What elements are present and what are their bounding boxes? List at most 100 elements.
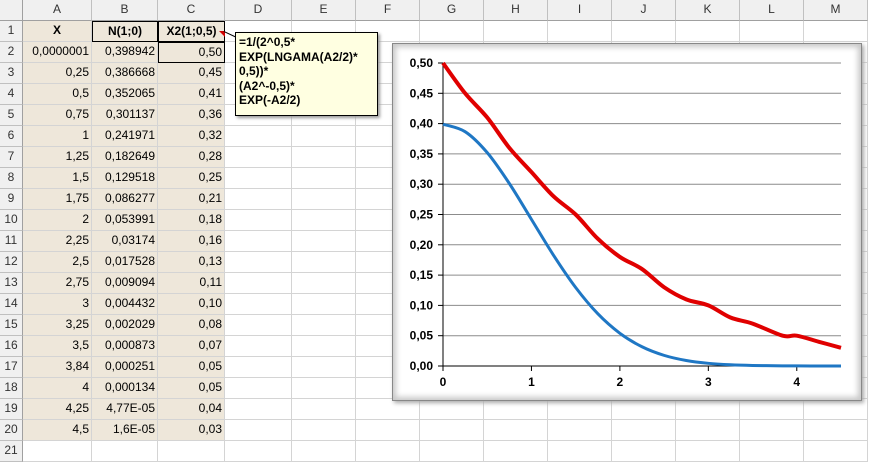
cell-a2[interactable]: 0,0000001: [23, 42, 92, 63]
cell-k20[interactable]: [676, 420, 740, 441]
cell-e10[interactable]: [292, 210, 356, 231]
cell-j1[interactable]: [612, 21, 676, 42]
column-header-b[interactable]: B: [92, 0, 158, 21]
cell-e16[interactable]: [292, 336, 356, 357]
cell-c5[interactable]: 0,36: [158, 105, 225, 126]
cell-h21[interactable]: [484, 441, 548, 462]
row-header-10[interactable]: 10: [0, 210, 23, 231]
cell-g21[interactable]: [420, 441, 484, 462]
cell-b6[interactable]: 0,241971: [92, 126, 158, 147]
column-header-m[interactable]: M: [804, 0, 868, 21]
cell-a21[interactable]: [23, 441, 92, 462]
cell-b8[interactable]: 0,129518: [92, 168, 158, 189]
cell-e21[interactable]: [292, 441, 356, 462]
cell-c7[interactable]: 0,28: [158, 147, 225, 168]
cell-d7[interactable]: [225, 147, 292, 168]
cell-e17[interactable]: [292, 357, 356, 378]
row-header-6[interactable]: 6: [0, 126, 23, 147]
cell-c13[interactable]: 0,11: [158, 273, 225, 294]
cell-b14[interactable]: 0,004432: [92, 294, 158, 315]
cell-e13[interactable]: [292, 273, 356, 294]
cell-l20[interactable]: [740, 420, 804, 441]
cell-a6[interactable]: 1: [23, 126, 92, 147]
cell-g20[interactable]: [420, 420, 484, 441]
cell-d16[interactable]: [225, 336, 292, 357]
cell-c19[interactable]: 0,04: [158, 399, 225, 420]
row-header-20[interactable]: 20: [0, 420, 23, 441]
cell-d15[interactable]: [225, 315, 292, 336]
cell-m19[interactable]: [804, 399, 868, 420]
chart[interactable]: 0,00 0,05 0,10 0,15 0,20 0,25 0,30 0,35 0,40 0,45…: [392, 43, 862, 401]
cell-d18[interactable]: [225, 378, 292, 399]
column-header-l[interactable]: L: [740, 0, 804, 21]
cell-j21[interactable]: [612, 441, 676, 462]
cell-g19[interactable]: [420, 399, 484, 420]
cell-c15[interactable]: 0,08: [158, 315, 225, 336]
row-header-4[interactable]: 4: [0, 84, 23, 105]
cell-l1[interactable]: [740, 21, 804, 42]
cell-e9[interactable]: [292, 189, 356, 210]
cell-f21[interactable]: [356, 441, 420, 462]
cell-b10[interactable]: 0,053991: [92, 210, 158, 231]
cell-b17[interactable]: 0,000251: [92, 357, 158, 378]
column-header-i[interactable]: I: [548, 0, 612, 21]
cell-a7[interactable]: 1,25: [23, 147, 92, 168]
column-header-k[interactable]: K: [676, 0, 740, 21]
cell-a19[interactable]: 4,25: [23, 399, 92, 420]
cell-e20[interactable]: [292, 420, 356, 441]
cell-a9[interactable]: 1,75: [23, 189, 92, 210]
cell-e6[interactable]: [292, 126, 356, 147]
cell-a14[interactable]: 3: [23, 294, 92, 315]
column-header-a[interactable]: A: [23, 0, 92, 21]
cell-b4[interactable]: 0,352065: [92, 84, 158, 105]
cell-k21[interactable]: [676, 441, 740, 462]
row-header-21[interactable]: 21: [0, 441, 23, 462]
cell-c11[interactable]: 0,16: [158, 231, 225, 252]
row-header-7[interactable]: 7: [0, 147, 23, 168]
cell-c8[interactable]: 0,25: [158, 168, 225, 189]
cell-a10[interactable]: 2: [23, 210, 92, 231]
cell-l21[interactable]: [740, 441, 804, 462]
row-header-11[interactable]: 11: [0, 231, 23, 252]
cell-m1[interactable]: [804, 21, 868, 42]
row-header-13[interactable]: 13: [0, 273, 23, 294]
cell-d10[interactable]: [225, 210, 292, 231]
cell-a18[interactable]: 4: [23, 378, 92, 399]
cell-comment[interactable]: =1/(2^0,5* EXP(LNGAMA(A2/2)* 0,5))* (A2^…: [235, 32, 378, 116]
cell-b12[interactable]: 0,017528: [92, 252, 158, 273]
cell-d6[interactable]: [225, 126, 292, 147]
cell-e15[interactable]: [292, 315, 356, 336]
cell-d21[interactable]: [225, 441, 292, 462]
column-header-j[interactable]: J: [612, 0, 676, 21]
cell-c17[interactable]: 0,05: [158, 357, 225, 378]
cell-e14[interactable]: [292, 294, 356, 315]
cell-c6[interactable]: 0,32: [158, 126, 225, 147]
row-header-3[interactable]: 3: [0, 63, 23, 84]
cell-c9[interactable]: 0,21: [158, 189, 225, 210]
column-header-f[interactable]: F: [356, 0, 420, 21]
cell-j19[interactable]: [612, 399, 676, 420]
select-all-corner[interactable]: [0, 0, 23, 21]
cell-e11[interactable]: [292, 231, 356, 252]
cell-d17[interactable]: [225, 357, 292, 378]
cell-b20[interactable]: 1,6E-05: [92, 420, 158, 441]
cell-j20[interactable]: [612, 420, 676, 441]
cell-m21[interactable]: [804, 441, 868, 462]
cell-c10[interactable]: 0,18: [158, 210, 225, 231]
cell-d19[interactable]: [225, 399, 292, 420]
cell-f20[interactable]: [356, 420, 420, 441]
cell-b3[interactable]: 0,386668: [92, 63, 158, 84]
cell-b15[interactable]: 0,002029: [92, 315, 158, 336]
cell-m20[interactable]: [804, 420, 868, 441]
cell-d14[interactable]: [225, 294, 292, 315]
cell-d20[interactable]: [225, 420, 292, 441]
cell-c12[interactable]: 0,13: [158, 252, 225, 273]
cell-b11[interactable]: 0,03174: [92, 231, 158, 252]
cell-i1[interactable]: [548, 21, 612, 42]
row-header-14[interactable]: 14: [0, 294, 23, 315]
cell-i20[interactable]: [548, 420, 612, 441]
cell-c18[interactable]: 0,05: [158, 378, 225, 399]
cell-b18[interactable]: 0,000134: [92, 378, 158, 399]
cell-a4[interactable]: 0,5: [23, 84, 92, 105]
cell-b19[interactable]: 4,77E-05: [92, 399, 158, 420]
